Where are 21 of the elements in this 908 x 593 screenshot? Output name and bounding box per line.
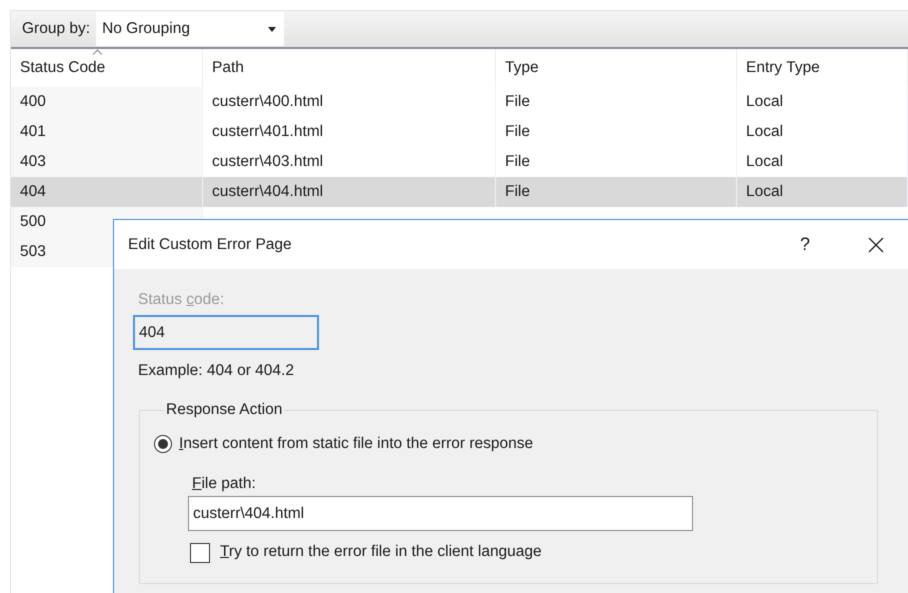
- help-button[interactable]: ?: [782, 224, 828, 264]
- close-icon: [868, 236, 884, 252]
- example-text: Example: 404 or 404.2: [138, 362, 294, 380]
- caret-icon: [268, 26, 276, 32]
- table-cell: 400: [11, 87, 203, 117]
- checkbox[interactable]: [190, 543, 210, 563]
- table-cell: Local: [737, 177, 908, 207]
- status-code-label: Status code:: [138, 291, 224, 309]
- radio-button[interactable]: [154, 435, 172, 453]
- file-path-field[interactable]: custerr\404.html: [188, 496, 693, 531]
- table-cell: 401: [11, 117, 203, 147]
- table-cell: 403: [11, 147, 203, 177]
- group-by-dropdown[interactable]: No Grouping: [96, 12, 284, 46]
- table-cell: 404: [11, 177, 203, 207]
- radio-label[interactable]: Insert content from static file into the error response: [179, 435, 534, 453]
- response-action-legend: Response Action: [164, 401, 284, 419]
- table-cell: File: [496, 177, 737, 207]
- file-path-label: File path:: [192, 475, 256, 493]
- table-cell: custerr\404.html: [203, 177, 496, 207]
- checkbox-label[interactable]: Try to return the error file in the client language: [220, 543, 542, 561]
- group-by-label: Group by:: [22, 20, 90, 38]
